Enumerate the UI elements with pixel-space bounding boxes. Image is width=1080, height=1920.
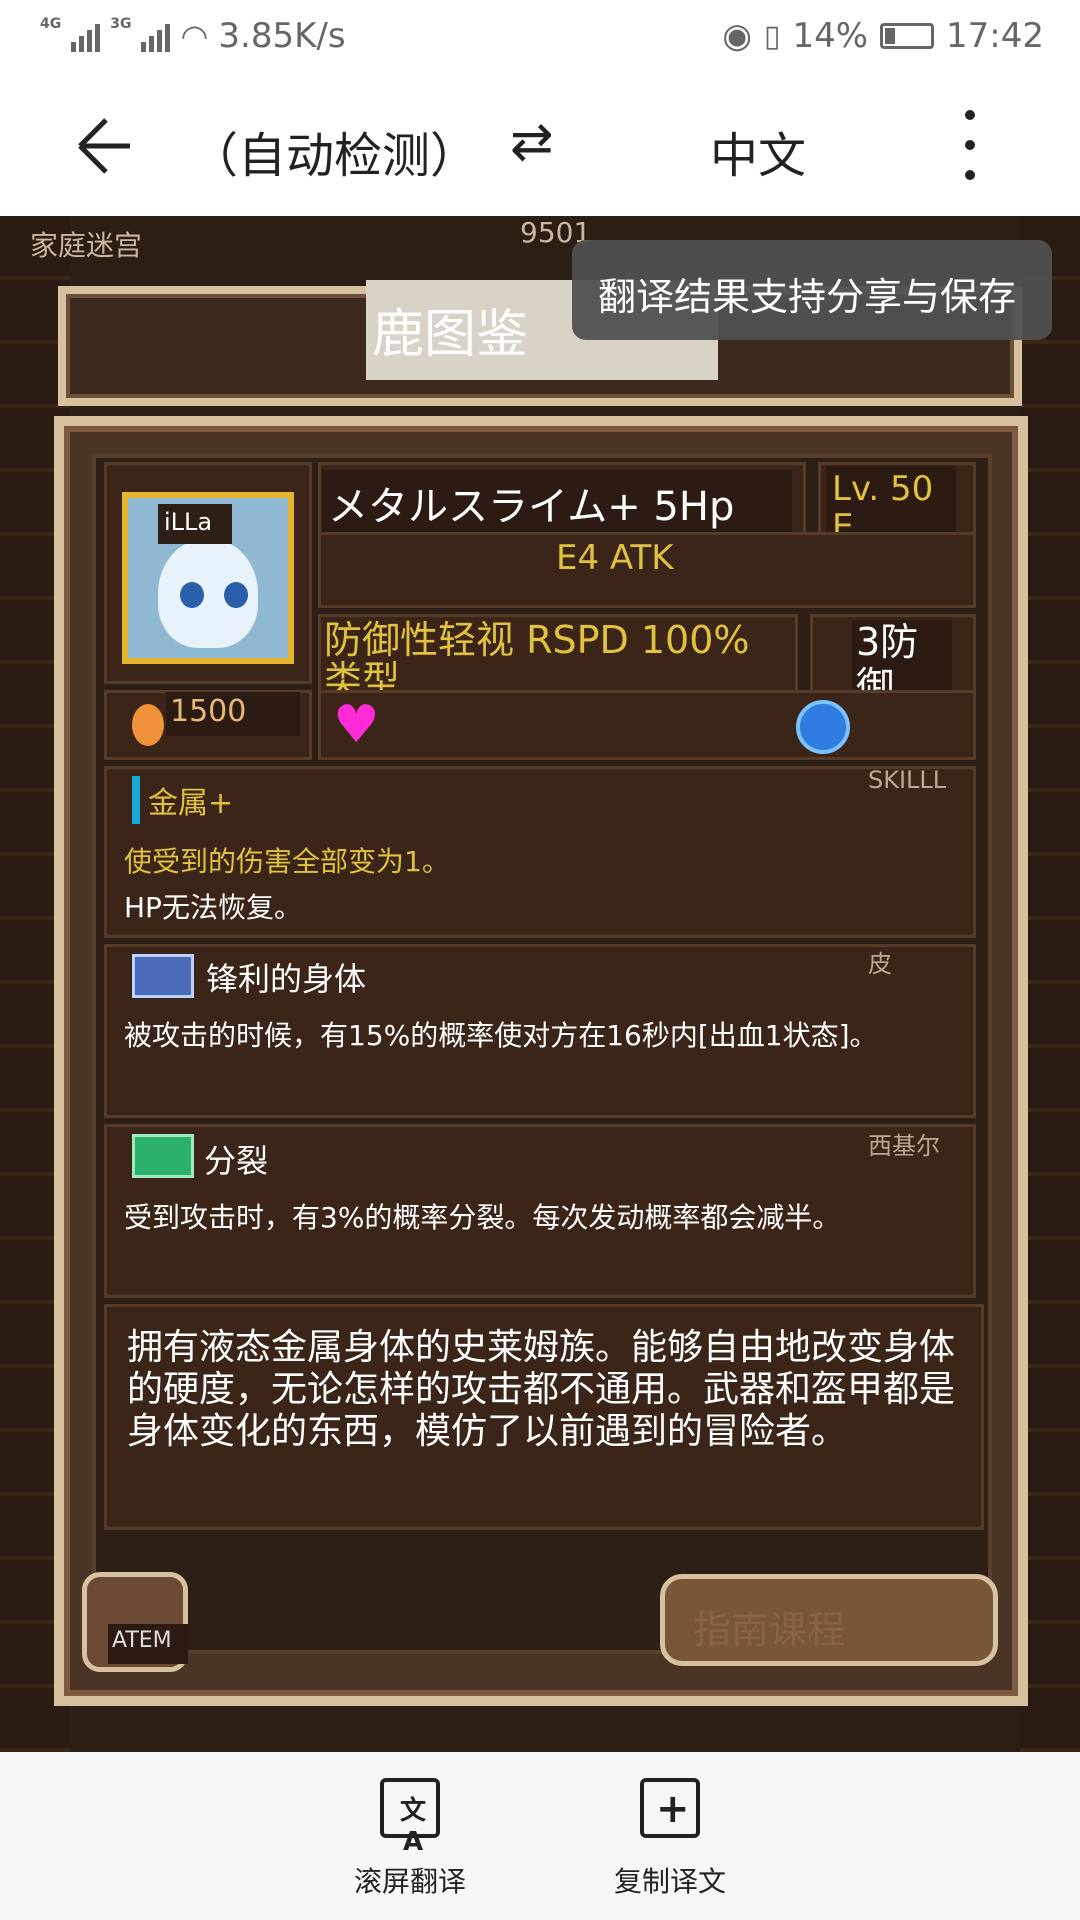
skill-2-desc: 被攻击的时候，有15%的概率使对方在16秒内[出血1状态]。 bbox=[124, 1019, 878, 1052]
split-slime-icon bbox=[132, 1134, 194, 1178]
scroll-translate-button[interactable]: 文A 滚屏翻译 bbox=[310, 1778, 510, 1900]
signal-icon bbox=[71, 20, 101, 52]
hp-orb-icon bbox=[132, 704, 164, 746]
skill-2-title: 锋利的身体 bbox=[206, 960, 367, 998]
skill-1-line-1: 使受到的伤害全部变为1。 bbox=[124, 845, 450, 878]
vibrate-icon: ▯ bbox=[763, 18, 781, 54]
battery-percent: 14% bbox=[792, 16, 869, 56]
target-language-selector[interactable]: 中文 bbox=[710, 116, 806, 186]
location-label: 家庭迷宫 bbox=[30, 229, 143, 262]
status-box bbox=[318, 690, 976, 760]
copy-icon: + bbox=[640, 1778, 700, 1838]
source-language-selector[interactable]: （自动检测） bbox=[190, 116, 478, 186]
portrait-eye bbox=[180, 582, 204, 608]
skill-1-bar-icon bbox=[132, 776, 140, 824]
clock: 17:42 bbox=[946, 16, 1044, 56]
shield-icon bbox=[796, 700, 850, 754]
background-wall-right bbox=[1020, 216, 1080, 1752]
signal-icon-2 bbox=[141, 20, 171, 52]
monster-description: 拥有液态金属身体的史莱姆族。能够自由地改变身体的硬度，无论怎样的攻击都不通用。武… bbox=[104, 1304, 984, 1530]
scroll-translate-label: 滚屏翻译 bbox=[353, 1865, 466, 1898]
heart-icon: ♥ bbox=[333, 695, 380, 755]
portrait-eye bbox=[224, 582, 248, 608]
monster-name: メタルスライム+ 5Hp bbox=[322, 470, 792, 534]
copy-translation-label: 复制译文 bbox=[613, 1865, 726, 1898]
skill-3-title: 分裂 bbox=[204, 1142, 269, 1180]
network-type-1: 4G bbox=[40, 16, 62, 32]
portrait-tag: iLLa bbox=[158, 504, 232, 544]
hp-value: 1500 bbox=[166, 692, 300, 736]
share-save-toast[interactable]: 翻译结果支持分享与保存 bbox=[572, 240, 1052, 340]
status-bar: 4G 3G ◠ 3.85K/s ◉ ▯ 14% 17:42 bbox=[0, 0, 1080, 76]
translate-icon: 文A bbox=[380, 1778, 440, 1857]
eye-icon: ◉ bbox=[722, 16, 752, 56]
skill-1-label: SKILLL bbox=[868, 766, 947, 794]
monster-portrait: iLLa bbox=[122, 492, 294, 664]
sharp-body-icon bbox=[132, 954, 194, 998]
item-bag-label: ATEM bbox=[108, 1624, 188, 1664]
translate-toolbar: （自动检测） ⇄ 中文 bbox=[0, 76, 1080, 216]
attack-label: E4 ATK bbox=[556, 538, 674, 578]
guide-course-button[interactable]: 指南课程 bbox=[660, 1574, 998, 1666]
skill-1-line-2: HP无法恢复。 bbox=[124, 891, 302, 924]
wifi-icon: ◠ bbox=[180, 17, 209, 55]
status-left: 4G 3G ◠ 3.85K/s bbox=[40, 16, 346, 56]
swap-languages-button[interactable]: ⇄ bbox=[510, 112, 554, 172]
more-menu-icon[interactable] bbox=[960, 110, 980, 180]
skill-1-title: 金属+ bbox=[148, 786, 234, 821]
bottom-action-bar: 文A 滚屏翻译 + 复制译文 bbox=[0, 1752, 1080, 1920]
skill-2-label: 皮 bbox=[868, 950, 892, 978]
defense-type: 防御性轻视 RSPD 100% 类型 bbox=[324, 620, 764, 700]
copy-translation-button[interactable]: + 复制译文 bbox=[570, 1778, 770, 1900]
network-speed: 3.85K/s bbox=[218, 16, 346, 56]
skill-3-desc: 受到攻击时，有3%的概率分裂。每次发动概率都会减半。 bbox=[124, 1201, 841, 1234]
status-right: ◉ ▯ 14% 17:42 bbox=[722, 16, 1044, 56]
battery-icon bbox=[880, 23, 935, 49]
skill-3-label: 西基尔 bbox=[868, 1132, 940, 1160]
network-type-2: 3G bbox=[110, 16, 132, 32]
back-arrow-icon[interactable] bbox=[70, 106, 150, 186]
